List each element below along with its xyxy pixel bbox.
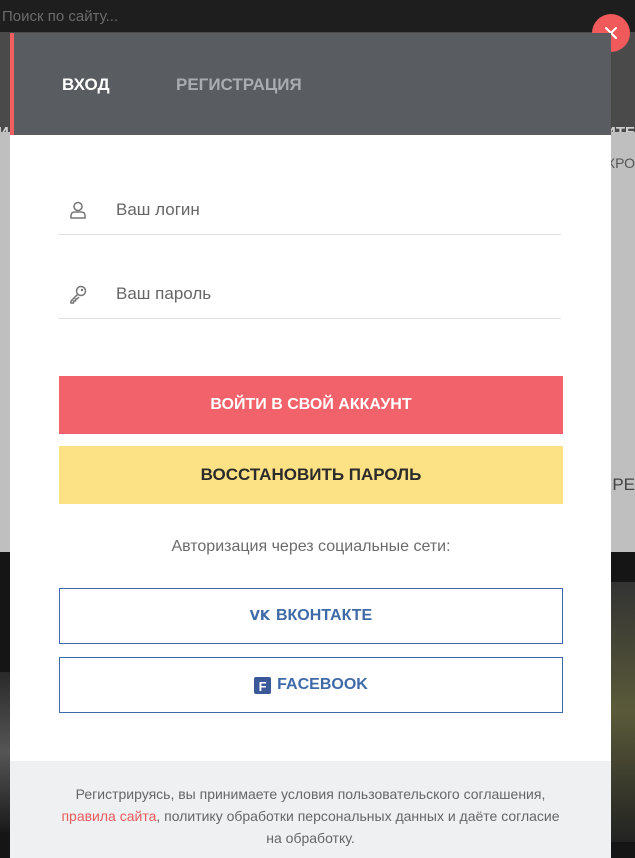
background-topbar: Поиск по сайту... xyxy=(0,0,635,32)
social-auth-title: Авторизация через социальные сети: xyxy=(171,538,451,555)
vk-icon: vk xyxy=(249,608,270,624)
signin-button[interactable]: Войти в свой аккаунт xyxy=(59,376,563,434)
modal-header: Вход Регистрация xyxy=(10,33,611,135)
tab-register[interactable]: Регистрация xyxy=(176,75,302,95)
key-icon xyxy=(58,284,98,304)
vk-login-label: ВКонтакте xyxy=(275,607,373,624)
login-input[interactable] xyxy=(98,189,561,230)
tab-login[interactable]: Вход xyxy=(62,75,110,95)
terms-notice: Регистрируясь, вы принимаете условия пол… xyxy=(57,783,564,849)
background-fragment-2: РЕ xyxy=(612,475,635,494)
vk-login-button[interactable]: vk ВКонтакте xyxy=(59,588,563,644)
password-field xyxy=(58,269,561,319)
password-input[interactable] xyxy=(98,273,561,314)
background-search-placeholder: Поиск по сайту... xyxy=(2,8,119,25)
facebook-login-button[interactable]: f Facebook xyxy=(59,657,563,713)
terms-text-before: Регистрируясь, вы принимаете условия пол… xyxy=(75,786,546,802)
facebook-login-label: Facebook xyxy=(277,676,368,693)
user-icon xyxy=(58,200,98,220)
login-field xyxy=(58,185,561,235)
facebook-icon: f xyxy=(254,676,272,694)
restore-password-button[interactable]: Восстановить пароль xyxy=(59,446,563,504)
site-rules-link[interactable]: правила сайта xyxy=(61,808,156,824)
modal-footer: Регистрируясь, вы принимаете условия пол… xyxy=(10,761,611,858)
auth-modal: Вход Регистрация Войти в свой аккаунт Во… xyxy=(10,33,611,858)
terms-text-after: , политику обработки персональных данных… xyxy=(156,808,560,846)
